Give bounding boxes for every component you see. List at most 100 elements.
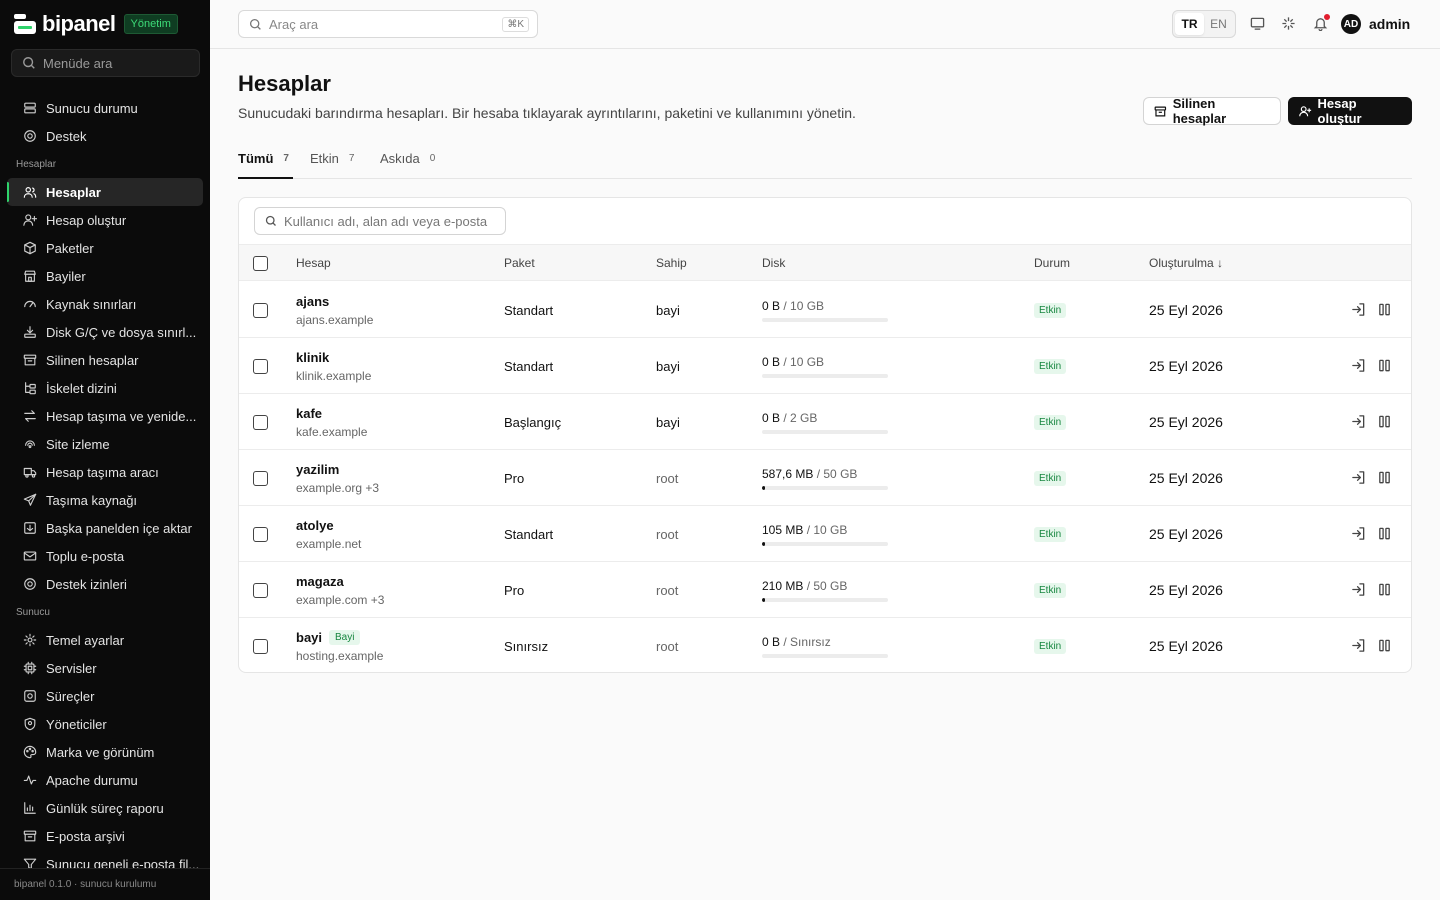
login-icon[interactable] — [1351, 638, 1366, 653]
disk-used: 0 B — [762, 355, 781, 369]
table-row[interactable]: magaza example.com +3 Pro root 210 MB / … — [239, 562, 1411, 618]
table-row[interactable]: bayi Bayi hosting.example Sınırsız root 0… — [239, 618, 1411, 672]
account-name[interactable]: yazilim — [296, 462, 339, 477]
login-icon[interactable] — [1351, 582, 1366, 597]
sidebar-item[interactable]: Destek — [7, 122, 203, 150]
pause-icon[interactable] — [1377, 582, 1392, 597]
username[interactable]: admin — [1369, 16, 1410, 32]
sidebar-item[interactable]: Destek izinleri — [7, 570, 203, 598]
avatar[interactable]: AD — [1341, 14, 1361, 34]
sidebar-item[interactable]: Temel ayarlar — [7, 626, 203, 654]
sidebar-item[interactable]: Kaynak sınırları — [7, 290, 203, 318]
status-tabs: Tümü 7 Etkin 7 Askıda 0 — [238, 145, 1412, 179]
sidebar-item[interactable]: Yöneticiler — [7, 710, 203, 738]
tab-all[interactable]: Tümü 7 — [238, 145, 293, 179]
table-row[interactable]: yazilim example.org +3 Pro root 587,6 MB… — [239, 450, 1411, 506]
sidebar-item[interactable]: Hesap taşıma aracı — [7, 458, 203, 486]
brand-badge: Yönetim — [123, 14, 178, 34]
account-name[interactable]: kafe — [296, 406, 322, 421]
sidebar-item[interactable]: Süreçler — [7, 682, 203, 710]
tool-search-input[interactable]: Araç ara ⌘K — [238, 10, 538, 38]
account-domain: example.com +3 — [296, 593, 385, 607]
account-name[interactable]: atolye — [296, 518, 334, 533]
row-checkbox[interactable] — [253, 415, 268, 430]
account-username: yazilim — [296, 462, 340, 477]
sidebar-item[interactable]: Marka ve görünüm — [7, 738, 203, 766]
sidebar-item[interactable]: Hesaplar — [7, 178, 203, 206]
pause-icon[interactable] — [1377, 358, 1392, 373]
search-icon — [249, 18, 261, 30]
sparkles-icon[interactable] — [1281, 16, 1296, 31]
row-checkbox[interactable] — [253, 471, 268, 486]
pause-icon[interactable] — [1377, 414, 1392, 429]
tab-active[interactable]: Etkin 7 — [310, 145, 354, 179]
row-checkbox[interactable] — [253, 527, 268, 542]
table-row[interactable]: atolye example.net Standart root 105 MB … — [239, 506, 1411, 562]
deleted-accounts-button[interactable]: Silinen hesaplar — [1143, 96, 1281, 126]
lifebuoy-icon — [24, 130, 36, 142]
row-checkbox[interactable] — [253, 583, 268, 598]
package-icon — [24, 241, 36, 255]
sidebar-item[interactable]: Günlük süreç raporu — [7, 794, 203, 822]
account-name[interactable]: klinik — [296, 350, 329, 365]
login-icon[interactable] — [1351, 526, 1366, 541]
table-row[interactable]: ajans ajans.example Standart bayi 0 B / … — [239, 282, 1411, 338]
sidebar-item[interactable]: Site izleme — [7, 430, 203, 458]
column-owner[interactable]: Sahip — [656, 256, 687, 270]
select-all-checkbox[interactable] — [253, 256, 268, 271]
account-name[interactable]: ajans — [296, 294, 329, 309]
disk-used: 210 MB — [762, 579, 804, 593]
table-row[interactable]: klinik klinik.example Standart bayi 0 B … — [239, 338, 1411, 394]
menu-search-input[interactable]: Menüde ara — [11, 49, 200, 77]
row-checkbox[interactable] — [253, 359, 268, 374]
disk-usage-bar — [762, 598, 888, 602]
monitor-icon[interactable] — [1250, 16, 1265, 31]
sidebar-item[interactable]: Silinen hesaplar — [7, 346, 203, 374]
account-name[interactable]: magaza — [296, 574, 344, 589]
login-icon[interactable] — [1351, 302, 1366, 317]
sidebar-item[interactable]: Toplu e-posta — [7, 542, 203, 570]
table-row[interactable]: kafe kafe.example Başlangıç bayi 0 B / 2… — [239, 394, 1411, 450]
tab-count: 7 — [348, 153, 355, 164]
account-filter-input[interactable]: Kullanıcı adı, alan adı veya e-posta — [254, 207, 506, 235]
column-created[interactable]: Oluşturulma ↓ — [1149, 256, 1223, 270]
sidebar-item[interactable]: Bayiler — [7, 262, 203, 290]
page-title: Hesaplar — [238, 71, 331, 96]
pause-icon[interactable] — [1377, 302, 1392, 317]
sidebar-item[interactable]: Hesap taşıma ve yenide... — [7, 402, 203, 430]
sidebar-item[interactable]: İskelet dizini — [7, 374, 203, 402]
login-icon[interactable] — [1351, 358, 1366, 373]
lang-tr[interactable]: TR — [1175, 13, 1204, 35]
column-disk[interactable]: Disk — [762, 256, 785, 270]
account-name[interactable]: bayi Bayi — [296, 630, 361, 645]
sidebar-item[interactable]: Apache durumu — [7, 766, 203, 794]
shield-user-icon — [24, 717, 36, 731]
row-checkbox[interactable] — [253, 639, 268, 654]
archive-icon — [23, 354, 37, 366]
column-package[interactable]: Paket — [504, 256, 535, 270]
row-checkbox[interactable] — [253, 303, 268, 318]
account-username: magaza — [296, 574, 344, 589]
sidebar-item[interactable]: Paketler — [7, 234, 203, 262]
created-date: 25 Eyl 2026 — [1149, 302, 1223, 318]
pause-icon[interactable] — [1377, 470, 1392, 485]
sidebar-item[interactable]: Sunucu durumu — [7, 94, 203, 122]
sidebar-item[interactable]: Hesap oluştur — [7, 206, 203, 234]
pause-icon[interactable] — [1377, 526, 1392, 541]
sidebar-item[interactable]: Başka panelden içe aktar — [7, 514, 203, 542]
sidebar-item[interactable]: Servisler — [7, 654, 203, 682]
login-icon[interactable] — [1351, 470, 1366, 485]
sidebar-item[interactable]: E-posta arşivi — [7, 822, 203, 850]
package-cell: Sınırsız — [504, 639, 549, 654]
pause-icon[interactable] — [1377, 638, 1392, 653]
column-status[interactable]: Durum — [1034, 256, 1070, 270]
lang-en[interactable]: EN — [1204, 13, 1233, 35]
create-account-button[interactable]: Hesap oluştur — [1288, 96, 1412, 126]
login-icon[interactable] — [1351, 414, 1366, 429]
sidebar-item[interactable]: Taşıma kaynağı — [7, 486, 203, 514]
tab-label: Etkin — [310, 151, 339, 166]
column-account[interactable]: Hesap — [296, 256, 331, 270]
brand[interactable]: bipanel Yönetim — [14, 11, 178, 36]
sidebar-item[interactable]: Disk G/Ç ve dosya sınırl... — [7, 318, 203, 346]
tab-suspended[interactable]: Askıda 0 — [380, 145, 435, 179]
